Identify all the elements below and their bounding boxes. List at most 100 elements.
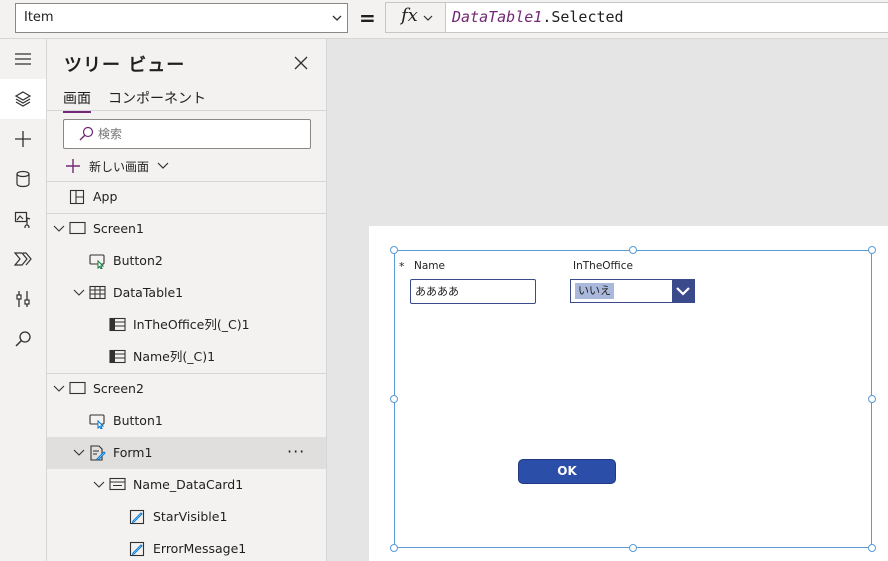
tree-node-label: Button2 bbox=[113, 253, 163, 268]
resize-handle-bottom-right[interactable] bbox=[868, 544, 876, 552]
resize-handle-left[interactable] bbox=[390, 395, 398, 403]
tree-node-errormessage1[interactable]: ErrorMessage1 bbox=[47, 533, 326, 561]
resize-handle-bottom[interactable] bbox=[629, 544, 637, 552]
tree-node-intheoffice-column[interactable]: InTheOffice列(_C)1 bbox=[47, 309, 326, 341]
resize-handle-bottom-left[interactable] bbox=[390, 544, 398, 552]
equals-sign: = bbox=[359, 6, 376, 30]
form-icon bbox=[90, 445, 106, 461]
tools-icon bbox=[16, 291, 30, 307]
edit-label-icon bbox=[129, 541, 145, 557]
resize-handle-right[interactable] bbox=[868, 395, 876, 403]
chevron-down-icon[interactable] bbox=[53, 224, 65, 234]
edit-label-icon bbox=[129, 509, 145, 525]
menu-button[interactable] bbox=[0, 39, 46, 79]
tree-node-screen2[interactable]: Screen2 bbox=[47, 373, 326, 405]
database-icon bbox=[16, 170, 30, 188]
search-icon bbox=[15, 331, 31, 347]
search-button[interactable] bbox=[0, 319, 46, 359]
insert-button[interactable] bbox=[0, 119, 46, 159]
media-button[interactable] bbox=[0, 199, 46, 239]
tree-node-button1[interactable]: Button1 bbox=[47, 405, 326, 437]
chevron-down-icon[interactable] bbox=[73, 288, 85, 298]
chevron-down-icon bbox=[332, 15, 342, 21]
table-icon bbox=[89, 285, 106, 300]
add-icon bbox=[15, 131, 31, 147]
resize-handle-top-left[interactable] bbox=[390, 246, 398, 254]
formula-reference: DataTable1 bbox=[452, 8, 543, 26]
ok-button[interactable]: OK bbox=[518, 459, 616, 484]
advanced-tools-button[interactable] bbox=[0, 279, 46, 319]
property-dropdown-value: Item bbox=[24, 10, 54, 25]
tree-node-label: Form1 bbox=[113, 445, 153, 460]
chevron-down-icon bbox=[676, 287, 690, 296]
tree-node-form1[interactable]: Form1 ··· bbox=[47, 437, 326, 469]
tree-search-box[interactable] bbox=[63, 119, 311, 149]
intheoffice-dropdown[interactable]: いいえ bbox=[570, 279, 695, 303]
app-canvas-screen[interactable]: * Name ああああ InTheOffice いいえ OK bbox=[369, 226, 888, 561]
tree-node-label: InTheOffice列(_C)1 bbox=[133, 317, 250, 332]
new-screen-label: 新しい画面 bbox=[89, 159, 150, 174]
tree-node-button2[interactable]: Button2 bbox=[47, 245, 326, 277]
button-icon bbox=[89, 254, 105, 269]
tree-node-label: App bbox=[93, 189, 118, 204]
name-field-label: Name bbox=[414, 260, 445, 272]
menu-icon bbox=[15, 53, 31, 65]
power-automate-icon bbox=[14, 252, 32, 266]
formula-bar: Item = fx DataTable1.Selected bbox=[0, 0, 888, 39]
search-input[interactable] bbox=[98, 125, 298, 143]
more-options-icon[interactable]: ··· bbox=[287, 442, 305, 461]
add-icon bbox=[66, 159, 80, 173]
resize-handle-top[interactable] bbox=[629, 246, 637, 254]
tree-node-label: ErrorMessage1 bbox=[153, 541, 247, 556]
tree-node-name-datacard1[interactable]: Name_DataCard1 bbox=[47, 469, 326, 501]
search-icon bbox=[79, 126, 94, 141]
formula-property: .Selected bbox=[542, 8, 624, 26]
chevron-down-icon bbox=[157, 162, 169, 169]
left-rail bbox=[0, 39, 47, 561]
tree-node-starvisible1[interactable]: StarVisible1 bbox=[47, 501, 326, 533]
tree-node-app[interactable]: App bbox=[47, 181, 326, 213]
name-text-input[interactable]: ああああ bbox=[410, 279, 536, 304]
chevron-down-icon[interactable] bbox=[93, 480, 105, 490]
power-automate-button[interactable] bbox=[0, 239, 46, 279]
property-dropdown[interactable]: Item bbox=[15, 3, 348, 33]
screen-icon bbox=[69, 381, 86, 395]
dropdown-selected-value: いいえ bbox=[575, 283, 614, 299]
app-icon bbox=[69, 189, 85, 205]
new-screen-button[interactable]: 新しい画面 bbox=[65, 156, 169, 176]
chevron-down-icon[interactable] bbox=[53, 384, 65, 394]
formula-input[interactable]: DataTable1.Selected bbox=[445, 2, 888, 33]
chevron-down-icon[interactable] bbox=[73, 448, 85, 458]
column-icon bbox=[109, 349, 126, 364]
tree-node-label: Screen2 bbox=[93, 381, 144, 396]
fx-icon: fx bbox=[401, 5, 418, 26]
tree-view-button[interactable] bbox=[0, 79, 46, 119]
panel-title: ツリー ビュー bbox=[64, 55, 186, 76]
required-star: * bbox=[399, 260, 405, 273]
layers-icon bbox=[14, 91, 32, 107]
tree-node-screen1[interactable]: Screen1 bbox=[47, 213, 326, 245]
column-icon bbox=[109, 317, 126, 332]
tab-components[interactable]: コンポーネント bbox=[108, 88, 206, 111]
intheoffice-field-label: InTheOffice bbox=[573, 260, 633, 272]
chevron-down-icon bbox=[423, 15, 433, 21]
tree-node-label: Name列(_C)1 bbox=[133, 349, 216, 364]
dropdown-button[interactable] bbox=[672, 280, 694, 302]
tree-view-panel: ツリー ビュー 画面 コンポーネント 新しい画面 App Screen1 But… bbox=[47, 39, 327, 561]
datacard-icon bbox=[109, 477, 126, 491]
media-icon bbox=[14, 211, 31, 228]
divider bbox=[47, 110, 326, 111]
tree-node-label: StarVisible1 bbox=[153, 509, 228, 524]
button-icon bbox=[89, 414, 105, 429]
close-icon[interactable] bbox=[293, 55, 309, 71]
screen-icon bbox=[69, 221, 86, 235]
fx-button[interactable]: fx bbox=[385, 2, 445, 33]
tree-node-label: DataTable1 bbox=[113, 285, 184, 300]
tree-node-label: Screen1 bbox=[93, 221, 144, 236]
data-button[interactable] bbox=[0, 159, 46, 199]
tree-node-datatable1[interactable]: DataTable1 bbox=[47, 277, 326, 309]
tree-node-label: Name_DataCard1 bbox=[133, 477, 244, 492]
tree-node-name-column[interactable]: Name列(_C)1 bbox=[47, 341, 326, 373]
tree-node-label: Button1 bbox=[113, 413, 163, 428]
resize-handle-top-right[interactable] bbox=[868, 246, 876, 254]
